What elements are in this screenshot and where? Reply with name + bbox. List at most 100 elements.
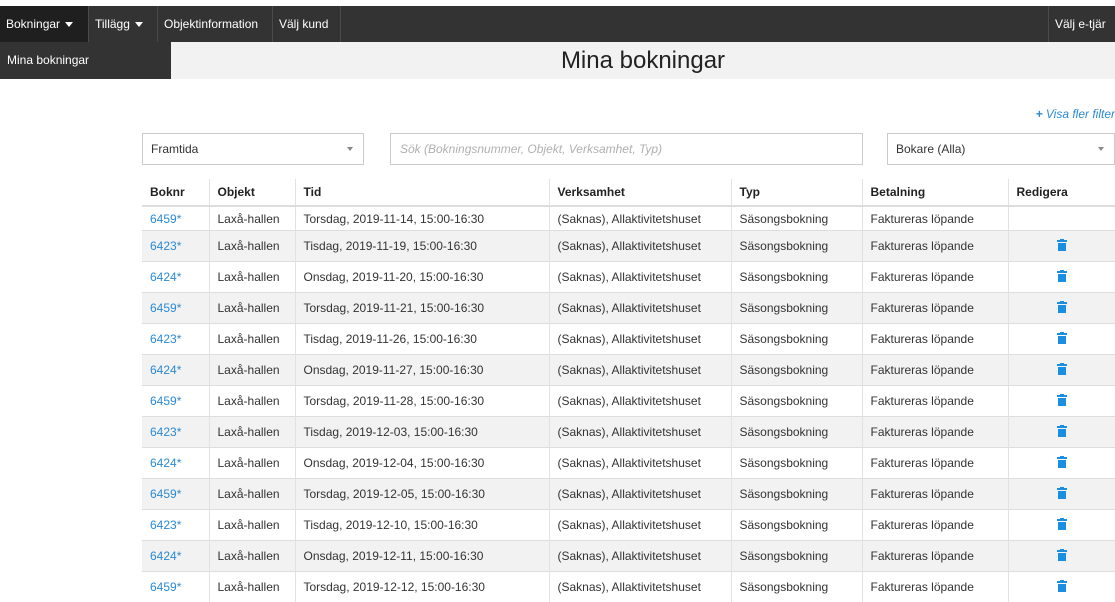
table-row: 6459*Laxå-hallenTorsdag, 2019-11-28, 15:… — [142, 386, 1115, 417]
table-row: 6424*Laxå-hallenOnsdag, 2019-12-04, 15:0… — [142, 448, 1115, 479]
booker-select-value: Bokare (Alla) — [896, 142, 965, 156]
cell-verksamhet: (Saknas), Allaktivitetshuset — [549, 355, 731, 386]
cell-betalning: Faktureras löpande — [862, 510, 1008, 541]
booker-select[interactable]: Bokare (Alla) — [887, 133, 1115, 165]
cell-typ: Säsongsbokning — [731, 293, 862, 324]
cell-verksamhet: (Saknas), Allaktivitetshuset — [549, 572, 731, 602]
cell-tid: Tisdag, 2019-12-10, 15:00-16:30 — [295, 510, 549, 541]
cell-typ: Säsongsbokning — [731, 417, 862, 448]
search-input[interactable] — [390, 133, 863, 165]
trash-icon[interactable] — [1057, 518, 1067, 533]
col-header-objekt[interactable]: Objekt — [209, 179, 295, 206]
cell-objekt: Laxå-hallen — [209, 510, 295, 541]
cell-tid: Torsdag, 2019-12-05, 15:00-16:30 — [295, 479, 549, 510]
table-row: 6423*Laxå-hallenTisdag, 2019-12-10, 15:0… — [142, 510, 1115, 541]
nav-objektinformation[interactable]: Objektinformation — [158, 6, 273, 42]
trash-icon[interactable] — [1057, 363, 1067, 378]
booking-number-link[interactable]: 6424* — [142, 448, 209, 479]
cell-betalning: Faktureras löpande — [862, 386, 1008, 417]
cell-betalning: Faktureras löpande — [862, 293, 1008, 324]
cell-typ: Säsongsbokning — [731, 510, 862, 541]
trash-icon[interactable] — [1057, 270, 1067, 285]
period-select[interactable]: Framtida — [142, 133, 364, 165]
cell-objekt: Laxå-hallen — [209, 572, 295, 602]
booking-number-link[interactable]: 6459* — [142, 572, 209, 602]
nav-tillagg-label: Tillägg — [95, 17, 130, 31]
col-header-tid[interactable]: Tid — [295, 179, 549, 206]
nav-bokningar-label: Bokningar — [6, 17, 60, 31]
trash-icon[interactable] — [1057, 487, 1067, 502]
trash-icon[interactable] — [1057, 301, 1067, 316]
col-header-typ[interactable]: Typ — [731, 179, 862, 206]
cell-redigera — [1008, 262, 1115, 293]
booking-number-link[interactable]: 6424* — [142, 355, 209, 386]
cell-typ: Säsongsbokning — [731, 355, 862, 386]
cell-objekt: Laxå-hallen — [209, 355, 295, 386]
booking-number-link[interactable]: 6424* — [142, 541, 209, 572]
cell-tid: Onsdag, 2019-12-04, 15:00-16:30 — [295, 448, 549, 479]
cell-verksamhet: (Saknas), Allaktivitetshuset — [549, 386, 731, 417]
submenu-label: Mina bokningar — [7, 53, 89, 67]
page-title: Mina bokningar — [171, 42, 1115, 79]
booking-number-link[interactable]: 6423* — [142, 510, 209, 541]
cell-redigera — [1008, 293, 1115, 324]
trash-icon[interactable] — [1057, 239, 1067, 254]
cell-verksamhet: (Saknas), Allaktivitetshuset — [549, 262, 731, 293]
booking-number-link[interactable]: 6459* — [142, 293, 209, 324]
submenu-mina-bokningar[interactable]: Mina bokningar — [0, 42, 171, 79]
cell-tid: Torsdag, 2019-11-14, 15:00-16:30 — [295, 206, 549, 231]
booking-number-link[interactable]: 6423* — [142, 324, 209, 355]
trash-icon[interactable] — [1057, 549, 1067, 564]
nav-valj-etjanst-label: Välj e-tjär — [1055, 17, 1106, 31]
nav-valj-kund[interactable]: Välj kund — [273, 6, 341, 42]
cell-redigera — [1008, 510, 1115, 541]
cell-betalning: Faktureras löpande — [862, 324, 1008, 355]
booking-number-link[interactable]: 6423* — [142, 417, 209, 448]
trash-icon[interactable] — [1057, 332, 1067, 347]
col-header-betalning[interactable]: Betalning — [862, 179, 1008, 206]
trash-icon[interactable] — [1057, 456, 1067, 471]
cell-tid: Tisdag, 2019-11-26, 15:00-16:30 — [295, 324, 549, 355]
trash-icon[interactable] — [1057, 580, 1067, 595]
cell-tid: Onsdag, 2019-11-20, 15:00-16:30 — [295, 262, 549, 293]
chevron-down-icon — [1098, 147, 1104, 151]
nav-bokningar[interactable]: Bokningar — [0, 6, 89, 42]
col-header-boknr[interactable]: Boknr — [142, 179, 209, 206]
cell-tid: Tisdag, 2019-12-03, 15:00-16:30 — [295, 417, 549, 448]
cell-typ: Säsongsbokning — [731, 541, 862, 572]
cell-objekt: Laxå-hallen — [209, 541, 295, 572]
cell-betalning: Faktureras löpande — [862, 479, 1008, 510]
booking-number-link[interactable]: 6423* — [142, 231, 209, 262]
booking-number-link[interactable]: 6424* — [142, 262, 209, 293]
cell-objekt: Laxå-hallen — [209, 448, 295, 479]
nav-valj-kund-label: Välj kund — [279, 17, 328, 31]
cell-verksamhet: (Saknas), Allaktivitetshuset — [549, 324, 731, 355]
chevron-down-icon — [135, 22, 143, 27]
cell-redigera — [1008, 386, 1115, 417]
trash-icon[interactable] — [1057, 425, 1067, 440]
booking-number-link[interactable]: 6459* — [142, 206, 209, 231]
trash-icon[interactable] — [1057, 394, 1067, 409]
cell-verksamhet: (Saknas), Allaktivitetshuset — [549, 510, 731, 541]
cell-typ: Säsongsbokning — [731, 386, 862, 417]
nav-valj-etjanst[interactable]: Välj e-tjär — [1048, 6, 1115, 42]
cell-verksamhet: (Saknas), Allaktivitetshuset — [549, 541, 731, 572]
chevron-down-icon — [347, 147, 353, 151]
cell-objekt: Laxå-hallen — [209, 231, 295, 262]
booking-number-link[interactable]: 6459* — [142, 386, 209, 417]
table-row: 6459*Laxå-hallenTorsdag, 2019-12-05, 15:… — [142, 479, 1115, 510]
plus-icon: + — [1036, 107, 1043, 121]
cell-typ: Säsongsbokning — [731, 324, 862, 355]
table-row: 6459*Laxå-hallenTorsdag, 2019-11-21, 15:… — [142, 293, 1115, 324]
cell-betalning: Faktureras löpande — [862, 541, 1008, 572]
cell-tid: Torsdag, 2019-11-21, 15:00-16:30 — [295, 293, 549, 324]
cell-verksamhet: (Saknas), Allaktivitetshuset — [549, 206, 731, 231]
more-filters-link[interactable]: +Visa fler filter — [1036, 107, 1115, 121]
booking-number-link[interactable]: 6459* — [142, 479, 209, 510]
cell-redigera — [1008, 417, 1115, 448]
table-row: 6424*Laxå-hallenOnsdag, 2019-12-11, 15:0… — [142, 541, 1115, 572]
cell-verksamhet: (Saknas), Allaktivitetshuset — [549, 231, 731, 262]
col-header-verksamhet[interactable]: Verksamhet — [549, 179, 731, 206]
cell-redigera — [1008, 206, 1115, 231]
nav-tillagg[interactable]: Tillägg — [89, 6, 158, 42]
